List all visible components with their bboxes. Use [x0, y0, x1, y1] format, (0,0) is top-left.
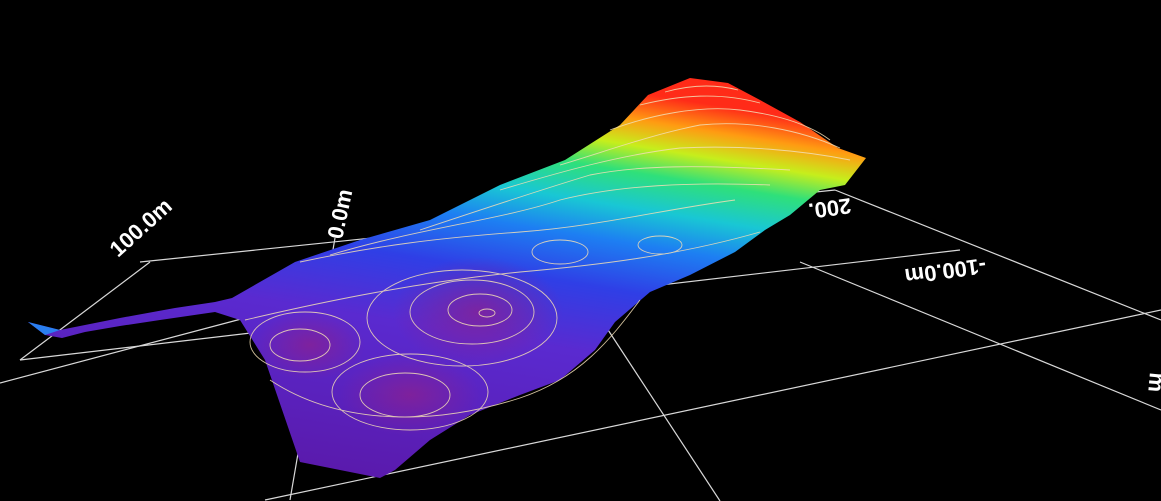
- axis-label-x-left: 100.0m: [105, 193, 177, 262]
- axis-label-edge: m: [1143, 372, 1161, 394]
- terrain-surface: [28, 78, 866, 478]
- axis-label-corner: 200.: [807, 193, 853, 224]
- axis-label-x-center: 0.0m: [322, 187, 357, 241]
- 3d-viewport[interactable]: 100.0m 0.0m -100.0m 200. m: [0, 0, 1161, 501]
- axis-label-x-right: -100.0m: [903, 253, 988, 289]
- terrain-plot: 100.0m 0.0m -100.0m 200. m: [0, 78, 1161, 501]
